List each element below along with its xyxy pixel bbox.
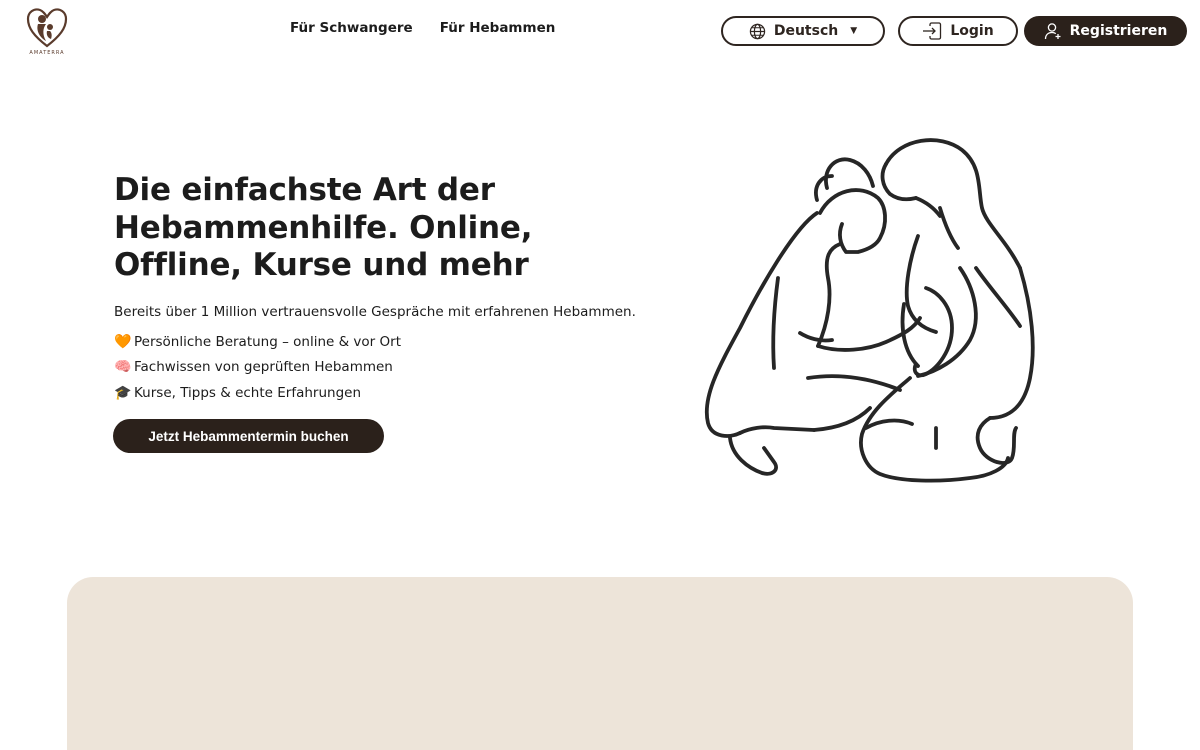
hero-illustration [690,128,1050,493]
brand-logo[interactable]: AMATERRA [24,6,70,56]
language-selector[interactable]: Deutsch ▼ [721,16,885,46]
book-midwife-button[interactable]: Jetzt Hebammentermin buchen [113,419,384,453]
brain-icon: 🧠 [114,359,132,376]
user-plus-icon [1044,23,1061,40]
feature-list: 🧡 Persönliche Beratung – online & vor Or… [114,329,401,406]
content-card [67,577,1133,750]
register-button[interactable]: Registrieren [1024,16,1187,46]
nav-item-schwangere[interactable]: Für Schwangere [290,20,413,36]
nav-item-hebammen[interactable]: Für Hebammen [440,20,556,36]
register-label: Registrieren [1069,23,1168,39]
globe-icon [749,23,766,39]
login-label: Login [950,23,994,39]
midwife-pregnant-woman-illustration [704,138,1035,483]
feature-item: 🧡 Persönliche Beratung – online & vor Or… [114,329,401,355]
feature-item: 🧠 Fachwissen von geprüften Hebammen [114,355,401,381]
login-arrow-icon [923,22,942,40]
brand-logo-text: AMATERRA [29,50,65,56]
hero-title: Die einfachste Art der Hebammenhilfe. On… [114,172,533,283]
caret-down-icon: ▼ [850,26,858,36]
language-label: Deutsch [773,23,839,39]
feature-text: Kurse, Tipps & echte Erfahrungen [134,384,362,401]
graduation-cap-icon: 🎓 [114,384,132,401]
orange-heart-icon: 🧡 [114,333,132,350]
main-nav: Für Schwangere Für Hebammen [290,20,555,36]
login-button[interactable]: Login [898,16,1018,46]
feature-text: Fachwissen von geprüften Hebammen [134,359,393,376]
site-header: AMATERRA Für Schwangere Für Hebammen Deu… [0,0,1200,62]
mother-child-heart-icon [26,8,68,48]
hero-subtitle: Bereits über 1 Million vertrauensvolle G… [114,304,636,320]
feature-item: 🎓 Kurse, Tipps & echte Erfahrungen [114,380,401,406]
feature-text: Persönliche Beratung – online & vor Ort [134,333,401,350]
